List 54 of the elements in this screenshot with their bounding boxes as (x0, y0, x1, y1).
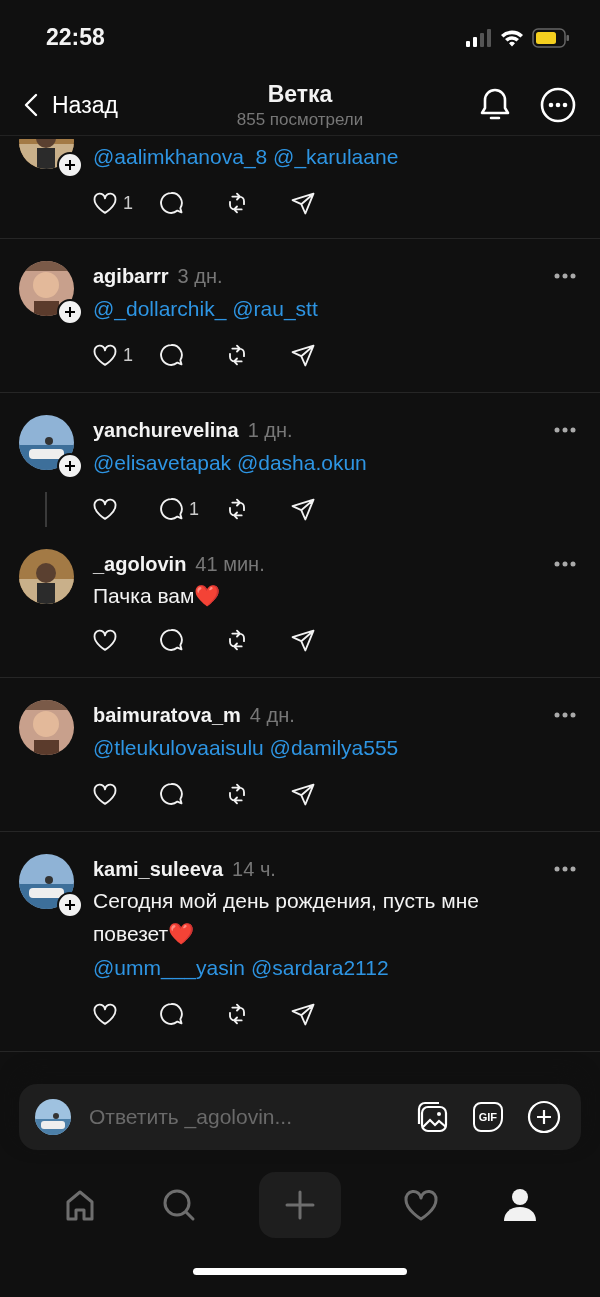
follow-badge[interactable] (57, 152, 83, 178)
gif-button[interactable]: GIF (472, 1102, 503, 1132)
comment-icon[interactable] (157, 341, 185, 369)
page-title: Ветка (267, 81, 333, 108)
post-time: 3 дн. (177, 264, 223, 288)
post-text: Сегодня мой день рождения, пусть мне повезет❤ (93, 888, 481, 947)
mention-links[interactable]: @_dollarchik_ @rau_stt (93, 291, 318, 327)
chevron-left-icon (24, 93, 38, 117)
back-button[interactable]: Назад (24, 91, 118, 119)
username[interactable]: yanchurevelina (93, 418, 239, 442)
plus-icon (64, 159, 76, 171)
mention-links[interactable]: @aalimkhanova_8 @_karulaane (93, 139, 399, 175)
follow-badge[interactable] (57, 453, 83, 479)
plus-icon (285, 1190, 315, 1220)
thread-line (45, 492, 47, 527)
plus-icon (64, 306, 76, 318)
username[interactable]: _agolovin (93, 552, 187, 576)
views-count: 855 посмотрели (236, 110, 364, 130)
username[interactable]: agibarrr (93, 264, 169, 288)
action-count: 1 (189, 498, 199, 520)
post-time: 41 мин. (195, 552, 265, 576)
wifi-icon (500, 28, 524, 47)
action-count: 1 (123, 344, 133, 366)
plus-icon (64, 899, 76, 911)
post-text: Пачка вам❤ (93, 583, 221, 609)
signal-icon (466, 28, 492, 47)
post-time: 1 дн. (247, 418, 293, 442)
more-icon[interactable] (554, 427, 576, 433)
mention-links[interactable]: @tleukulovaaisulu @damilya555 (93, 730, 399, 766)
add-circle-icon[interactable] (527, 1100, 561, 1134)
plus-icon (64, 460, 76, 472)
post-time: 4 дн. (249, 703, 295, 727)
comment-icon[interactable] (157, 626, 185, 654)
reply-field[interactable]: Ответить _agolovin... (87, 1104, 391, 1130)
post-time: 14 ч. (232, 857, 276, 881)
battery-icon (532, 27, 570, 48)
more-icon[interactable] (554, 712, 576, 718)
username[interactable]: kami_suleeva (93, 857, 224, 881)
status-time: 22:58 (46, 24, 105, 51)
mention-links[interactable]: @elisavetapak @dasha.okun (93, 445, 367, 481)
comment-icon[interactable] (157, 780, 185, 808)
username[interactable]: baimuratova_m (93, 703, 241, 727)
mention-links[interactable]: @umm___yasin @sardara2112 (93, 950, 389, 986)
comment-icon[interactable] (157, 189, 185, 217)
more-icon[interactable] (554, 866, 576, 872)
comment-icon[interactable] (157, 1000, 185, 1028)
more-icon[interactable] (554, 273, 576, 279)
follow-badge[interactable] (57, 892, 83, 918)
follow-badge[interactable] (57, 299, 83, 325)
comment-icon[interactable] (157, 495, 185, 523)
more-icon[interactable] (540, 87, 576, 123)
more-icon[interactable] (554, 561, 576, 567)
action-count: 1 (123, 192, 133, 214)
create-tab[interactable] (259, 1172, 341, 1238)
